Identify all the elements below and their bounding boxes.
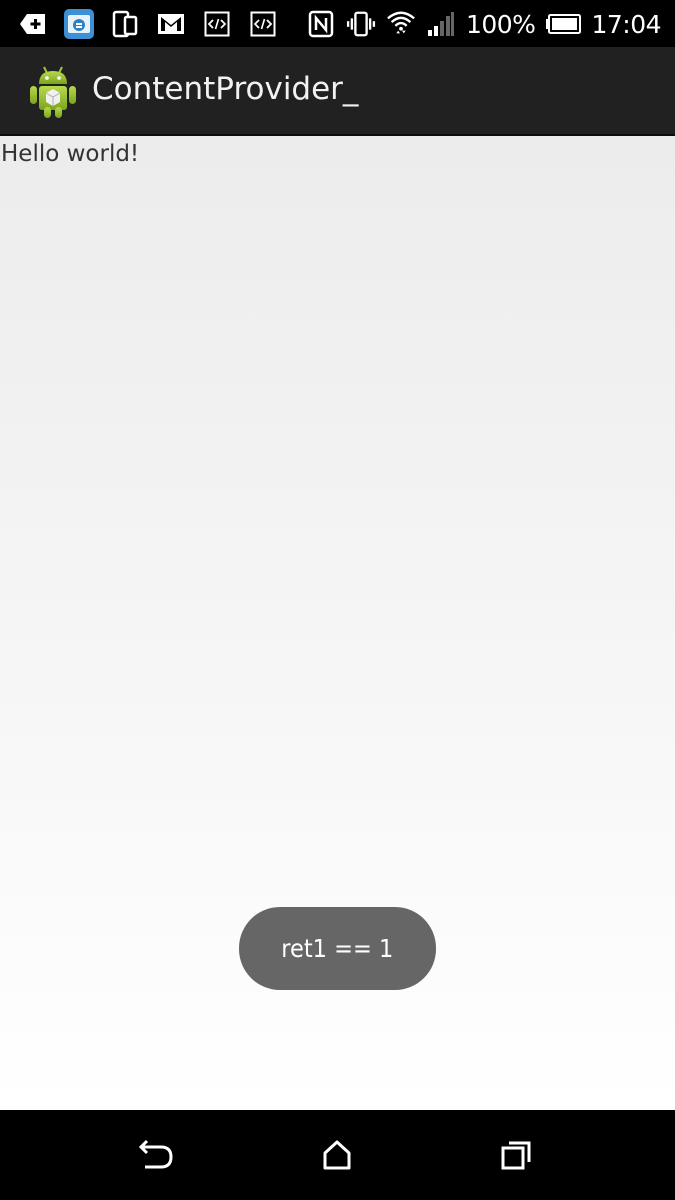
back-icon	[138, 1139, 173, 1169]
action-bar: ContentProvider_	[0, 47, 675, 136]
wifi-icon	[386, 9, 416, 39]
toast-message: ret1 == 1	[281, 934, 394, 963]
recents-icon	[501, 1141, 531, 1170]
hello-text: Hello world!	[1, 141, 140, 167]
file-manager-icon	[64, 9, 94, 39]
add-icon	[18, 9, 48, 39]
screen: 100% 17:04 ContentProvider_ Hello world!…	[0, 0, 675, 1200]
code-icon	[202, 9, 232, 39]
toast: ret1 == 1	[239, 907, 436, 990]
notification-icons	[18, 8, 278, 40]
devices-icon	[110, 9, 140, 39]
signal-icon	[426, 9, 456, 39]
home-icon	[323, 1140, 351, 1170]
main-content: Hello world! ret1 == 1	[0, 136, 675, 1110]
code-icon	[248, 9, 278, 39]
app-title: ContentProvider_	[92, 71, 359, 107]
android-icon[interactable]	[28, 65, 78, 119]
battery-percent: 100%	[465, 9, 536, 39]
battery-icon	[545, 9, 582, 39]
navigation-bar	[0, 1110, 675, 1200]
recents-button[interactable]	[487, 1130, 547, 1180]
system-icons: 100% 17:04	[306, 6, 661, 42]
status-bar: 100% 17:04	[0, 0, 675, 47]
nfc-icon	[306, 9, 336, 39]
clock: 17:04	[591, 9, 661, 39]
vibrate-icon	[346, 9, 376, 39]
gmail-icon	[156, 9, 186, 39]
back-button[interactable]	[127, 1130, 187, 1180]
home-button[interactable]	[307, 1130, 367, 1180]
